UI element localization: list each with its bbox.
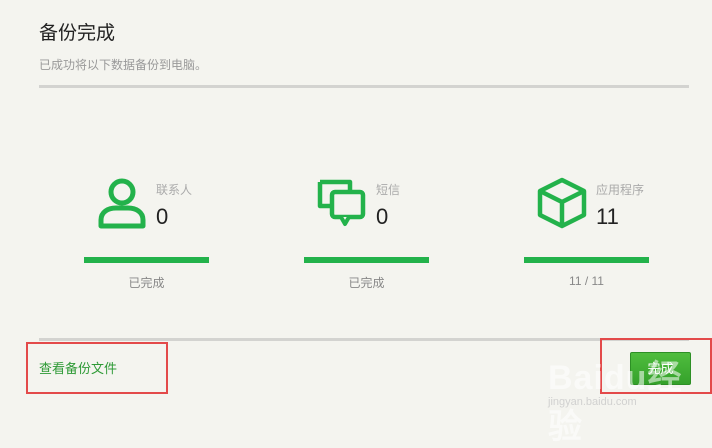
- item-status: 11 / 11: [569, 274, 604, 288]
- item-count: 0: [156, 204, 169, 229]
- dialog-subtitle: 已成功将以下数据备份到电脑。: [39, 58, 208, 72]
- backup-item-apps: 应用程序 11 11 / 11: [524, 176, 704, 296]
- contact-icon: [98, 178, 146, 229]
- progress-bar: [84, 257, 209, 263]
- progress-bar: [304, 257, 429, 263]
- message-icon: [317, 179, 366, 226]
- backup-item-sms: 短信 0 已完成: [304, 176, 484, 296]
- bottom-divider: [39, 338, 689, 341]
- backup-item-contacts: 联系人 0 已完成: [84, 176, 264, 296]
- top-divider: [39, 85, 689, 88]
- item-count: 0: [376, 204, 389, 229]
- annotation-box: [26, 342, 168, 394]
- item-label: 短信: [376, 183, 401, 197]
- item-label: 联系人: [156, 183, 193, 197]
- item-status: 已完成: [128, 276, 165, 290]
- watermark-url: jingyan.baidu.com: [548, 396, 637, 408]
- item-count: 11: [596, 204, 619, 229]
- progress-bar: [524, 257, 649, 263]
- item-label: 应用程序: [596, 183, 645, 197]
- app-cube-icon: [537, 177, 587, 229]
- item-status: 已完成: [348, 276, 385, 290]
- dialog-title: 备份完成: [39, 23, 116, 44]
